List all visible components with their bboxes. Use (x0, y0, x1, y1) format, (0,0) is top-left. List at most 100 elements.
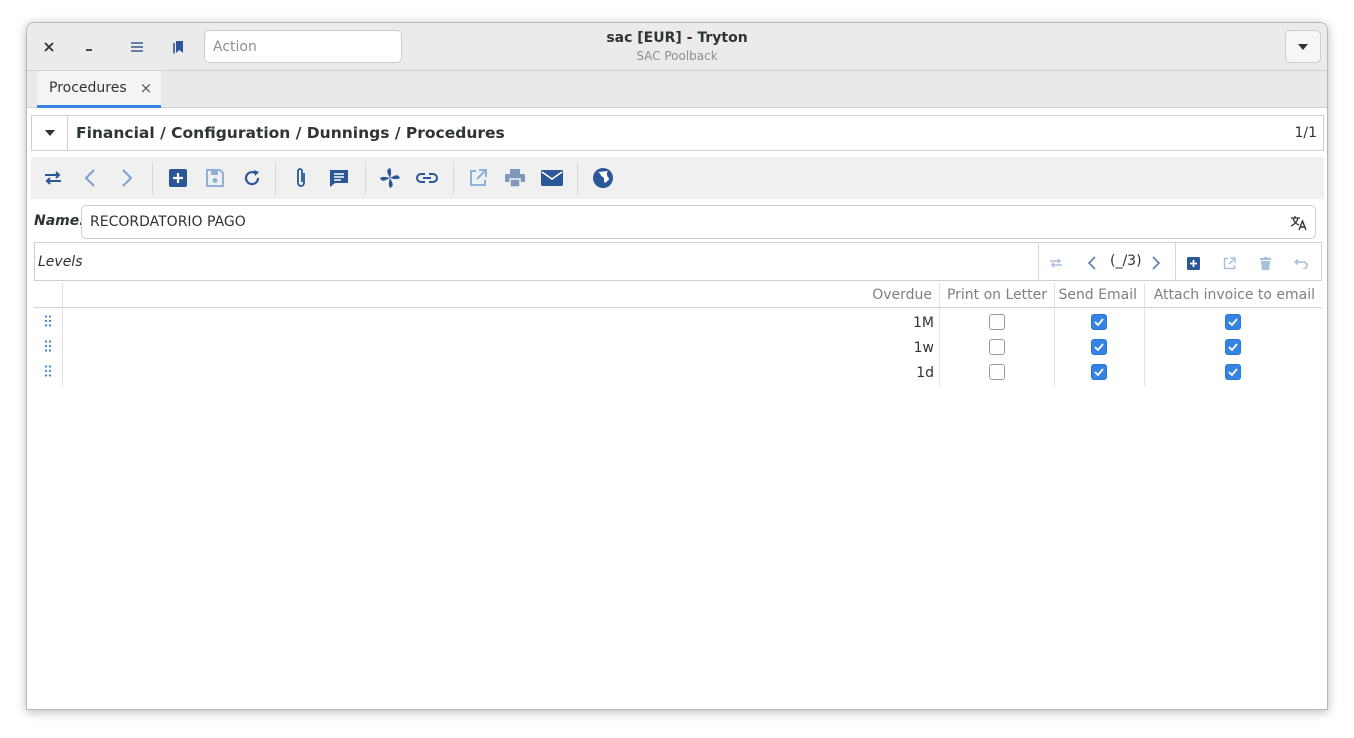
drag-handle-icon[interactable] (39, 361, 57, 381)
overdue-cell[interactable]: 1M (789, 315, 934, 331)
print-icon (505, 169, 525, 187)
switch-view-icon (1050, 258, 1062, 268)
reload-icon (244, 170, 260, 186)
open-url-button[interactable] (589, 164, 617, 192)
print-button[interactable] (501, 164, 529, 192)
notes-button[interactable] (325, 164, 353, 192)
new-icon (1186, 256, 1200, 270)
main-toolbar (31, 157, 1324, 199)
tab-procedures[interactable]: Procedures × (37, 71, 161, 108)
breadcrumb-dropdown-button[interactable] (32, 116, 68, 150)
tab-close-icon[interactable]: × (140, 79, 153, 97)
switch-view-icon (45, 171, 61, 185)
notes-icon (330, 169, 348, 187)
toolbar-separator (453, 162, 454, 194)
column-header-print-on-letter[interactable]: Print on Letter (939, 283, 1054, 308)
check-icon (1228, 368, 1238, 376)
print-on-letter-checkbox[interactable] (989, 339, 1005, 355)
levels-new-button[interactable] (1182, 252, 1204, 274)
send-email-checkbox[interactable] (1091, 314, 1107, 330)
chevron-down-icon (44, 130, 55, 136)
save-icon (206, 169, 224, 187)
tab-bar: Procedures × (27, 71, 1327, 108)
check-icon (1094, 318, 1104, 326)
levels-open-button[interactable] (1218, 252, 1240, 274)
drag-handle-icon[interactable] (39, 311, 57, 331)
translate-button[interactable] (1289, 213, 1309, 233)
check-icon (1094, 343, 1104, 351)
titlebar: sac [EUR] - Tryton SAC Poolback (27, 23, 1327, 71)
new-record-button[interactable] (164, 164, 192, 192)
undo-icon (1294, 258, 1308, 269)
print-on-letter-checkbox[interactable] (989, 314, 1005, 330)
next-record-button[interactable] (113, 164, 141, 192)
chevron-left-icon (84, 169, 95, 187)
column-divider (939, 283, 940, 386)
tab-label: Procedures (49, 80, 127, 96)
relate-button[interactable] (413, 164, 441, 192)
levels-next-button[interactable] (1145, 252, 1167, 274)
breadcrumb: Financial / Configuration / Dunnings / P… (76, 124, 505, 142)
check-icon (1228, 318, 1238, 326)
print-on-letter-checkbox[interactable] (989, 364, 1005, 380)
levels-switch-view-button[interactable] (1045, 252, 1067, 274)
action-button[interactable] (376, 164, 404, 192)
window-title: sac [EUR] - Tryton (606, 30, 748, 46)
record-count: 1/1 (1294, 125, 1317, 141)
chevron-left-icon (1088, 256, 1096, 270)
column-header-attach-invoice[interactable]: Attach invoice to email (1144, 283, 1322, 308)
name-input[interactable] (82, 206, 1315, 238)
attachment-button[interactable] (287, 164, 315, 192)
toolbar-separator (275, 162, 276, 194)
chevron-right-icon (122, 169, 133, 187)
save-record-button[interactable] (201, 164, 229, 192)
action-icon (380, 168, 400, 188)
levels-label: Levels (38, 254, 83, 270)
column-divider (62, 283, 63, 386)
overdue-cell[interactable]: 1w (789, 340, 934, 356)
email-button[interactable] (538, 164, 566, 192)
new-icon (169, 169, 187, 187)
chevron-right-icon (1152, 256, 1160, 270)
attach-invoice-checkbox[interactable] (1225, 314, 1241, 330)
check-icon (1094, 368, 1104, 376)
globe-icon (593, 168, 613, 188)
send-email-checkbox[interactable] (1091, 364, 1107, 380)
column-header-handle (34, 283, 62, 308)
open-external-icon (470, 169, 487, 186)
link-icon (416, 173, 438, 183)
column-header-send-email[interactable]: Send Email (1054, 283, 1144, 308)
attach-invoice-checkbox[interactable] (1225, 364, 1241, 380)
attachment-icon (297, 168, 305, 187)
trash-icon (1259, 256, 1271, 270)
toolbar-separator (1175, 243, 1176, 280)
column-divider (1144, 283, 1145, 386)
send-email-checkbox[interactable] (1091, 339, 1107, 355)
levels-table: Overdue Print on Letter Send Email Attac… (34, 283, 1322, 386)
drag-handle-icon[interactable] (39, 336, 57, 356)
toolbar-separator (1038, 243, 1039, 280)
toolbar-separator (152, 162, 153, 194)
window-menu-button[interactable] (1285, 30, 1321, 63)
translate-icon (1290, 216, 1307, 231)
column-header-overdue[interactable]: Overdue (62, 283, 939, 308)
reload-button[interactable] (238, 164, 266, 192)
levels-previous-button[interactable] (1081, 252, 1103, 274)
levels-delete-button[interactable] (1254, 252, 1276, 274)
toolbar-separator (365, 162, 366, 194)
check-icon (1228, 343, 1238, 351)
previous-record-button[interactable] (76, 164, 104, 192)
open-external-icon (1223, 256, 1236, 269)
overdue-cell[interactable]: 1d (789, 365, 934, 381)
levels-undelete-button[interactable] (1290, 252, 1312, 274)
switch-view-button[interactable] (39, 164, 67, 192)
attach-invoice-checkbox[interactable] (1225, 339, 1241, 355)
levels-position: (_/3) (1110, 253, 1142, 269)
levels-header: Levels (_/3) (34, 242, 1322, 281)
name-label: Name: (34, 213, 85, 229)
chevron-down-icon (1298, 43, 1308, 50)
name-field[interactable] (81, 205, 1316, 239)
breadcrumb-bar: Financial / Configuration / Dunnings / P… (31, 115, 1324, 151)
email-icon (541, 170, 563, 186)
open-external-button[interactable] (464, 164, 492, 192)
